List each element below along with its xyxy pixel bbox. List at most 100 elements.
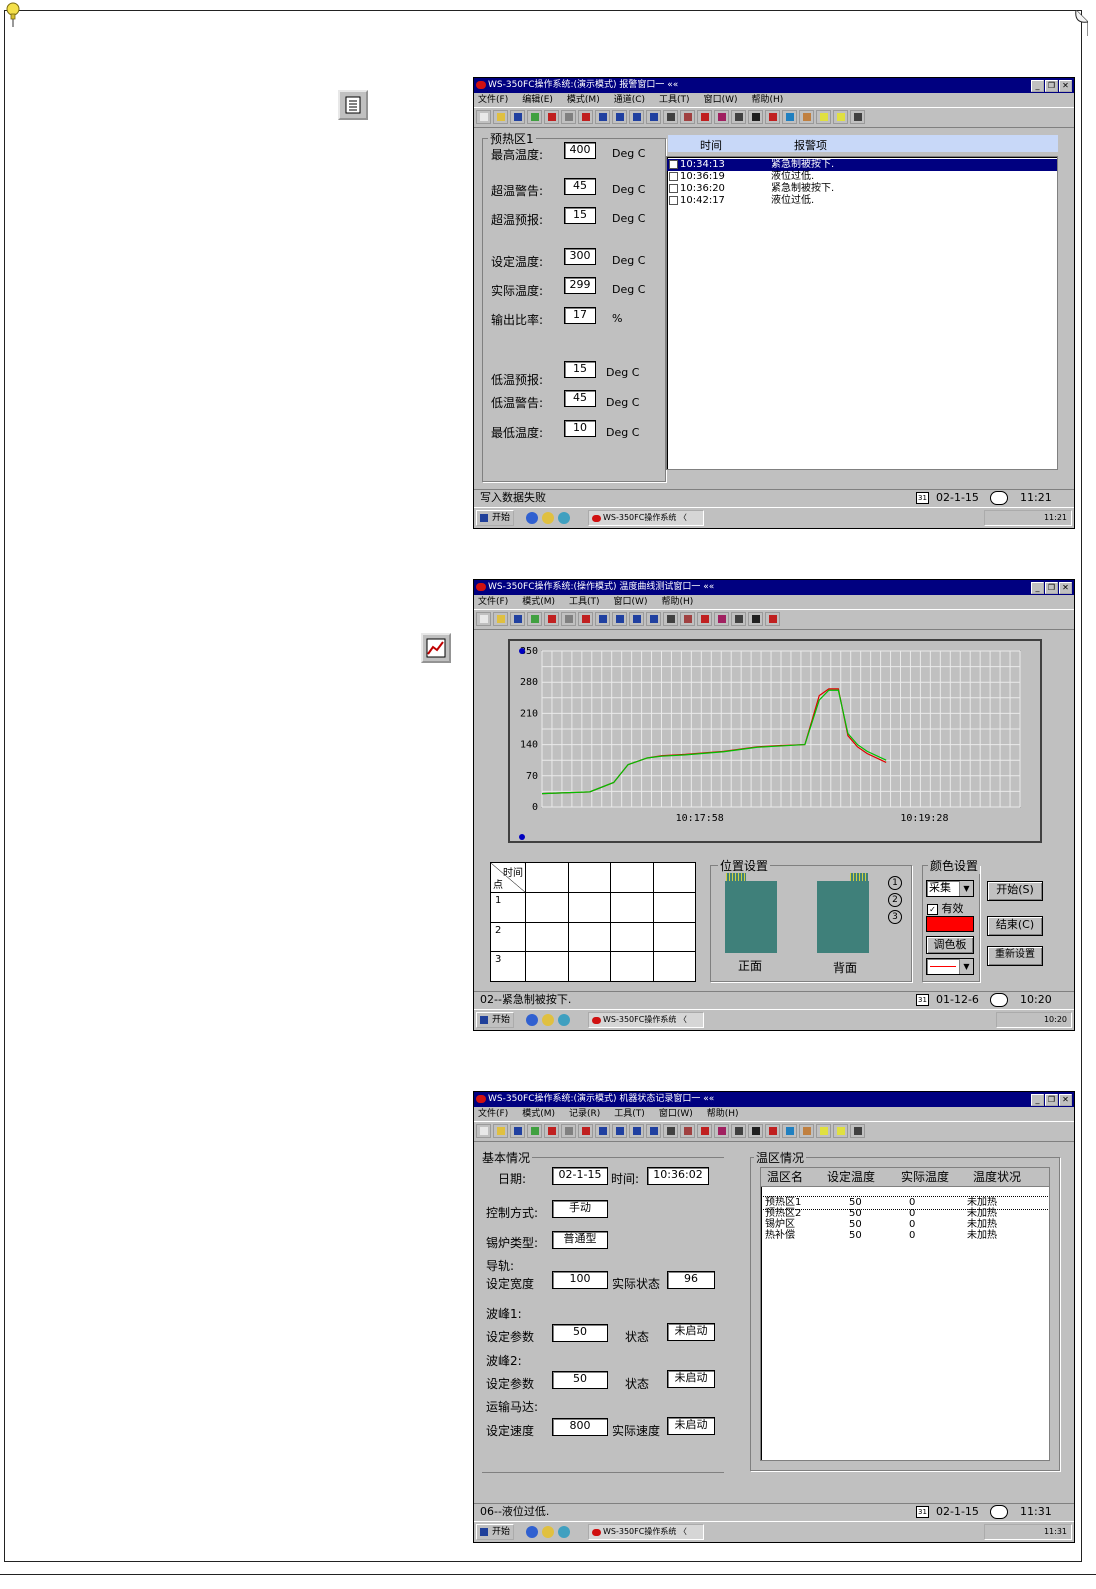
menu-help[interactable]: 帮助(H) (707, 1109, 739, 1119)
list-item[interactable]: 10:34:13 紧急制被按下. (667, 159, 1057, 171)
toolbar-edit-icon[interactable] (680, 110, 695, 124)
toolbar-bell-icon[interactable] (816, 110, 831, 124)
table-cell[interactable] (610, 892, 654, 923)
toolbar-flag-icon[interactable] (765, 612, 780, 626)
start-button[interactable]: 开始(S) (987, 881, 1043, 901)
toolbar-graph-icon[interactable] (782, 110, 797, 124)
color-target-select[interactable]: 采集 ▼ (926, 880, 974, 897)
toolbar-setup-icon[interactable] (561, 110, 576, 124)
toolbar-first-icon[interactable] (595, 110, 610, 124)
toolbar-last-icon[interactable] (646, 612, 661, 626)
menu-mode[interactable]: 模式(M) (522, 597, 555, 607)
over-temp-warn-field[interactable]: 45 (564, 178, 596, 195)
low-temp-warn-field[interactable]: 45 (564, 390, 596, 407)
menu-edit[interactable]: 编辑(E) (522, 95, 553, 105)
toolbar-print-icon[interactable] (544, 110, 559, 124)
menu-window[interactable]: 窗口(W) (614, 597, 648, 607)
minimize-button[interactable]: _ (1031, 80, 1044, 92)
minimize-button[interactable]: _ (1031, 1094, 1044, 1106)
table-cell[interactable] (652, 892, 696, 923)
outlook-icon[interactable] (542, 1526, 554, 1538)
menu-mode[interactable]: 模式(M) (567, 95, 600, 105)
toolbar-new-icon[interactable] (476, 612, 491, 626)
title-bar[interactable]: WS-350FC操作系统:(操作模式) 温度曲线测试窗口一 «« _ ❐ ✕ (474, 580, 1074, 595)
toolbar-list-icon[interactable] (799, 110, 814, 124)
outlook-icon[interactable] (542, 1014, 554, 1026)
menu-window[interactable]: 窗口(W) (659, 1109, 693, 1119)
toolbar-open-icon[interactable] (493, 110, 508, 124)
toolbar-monitor-icon[interactable] (850, 110, 865, 124)
toolbar-chart-icon[interactable] (527, 1124, 542, 1138)
chevron-down-icon[interactable]: ▼ (959, 881, 973, 896)
table-row[interactable]: 热补偿 50 0 未加热 (761, 1230, 1049, 1242)
toolbar-alarm-icon[interactable] (697, 1124, 712, 1138)
chevron-down-icon[interactable]: ▼ (959, 959, 973, 974)
toolbar-chart-icon[interactable] (527, 110, 542, 124)
toolbar-print-icon[interactable] (544, 1124, 559, 1138)
menu-channel[interactable]: 通道(C) (614, 95, 645, 105)
menu-file[interactable]: 文件(F) (478, 95, 508, 105)
restore-button[interactable]: ❐ (1045, 1094, 1058, 1106)
browser-icon[interactable] (526, 1526, 538, 1538)
toolbar-channel-icon[interactable] (663, 1124, 678, 1138)
toolbar-prev-icon[interactable] (612, 1124, 627, 1138)
min-temp-field[interactable]: 10 (564, 420, 596, 437)
toolbar-alarm-icon[interactable] (697, 612, 712, 626)
reset-button[interactable]: 重新设置 (987, 946, 1043, 966)
title-bar[interactable]: WS-350FC操作系统:(演示模式) 机器状态记录窗口一 «« _ ❐ ✕ (474, 1092, 1074, 1107)
toolbar-light-icon[interactable] (833, 1124, 848, 1138)
wave1-state-field[interactable]: 未启动 (667, 1323, 715, 1341)
control-mode-field[interactable]: 手动 (552, 1200, 608, 1218)
close-button[interactable]: ✕ (1059, 1094, 1072, 1106)
table-cell[interactable] (525, 892, 569, 923)
menu-record[interactable]: 记录(R) (569, 1109, 600, 1119)
probe-3-marker[interactable]: 3 (888, 910, 902, 924)
toolbar-light-icon[interactable] (833, 110, 848, 124)
over-temp-forecast-field[interactable]: 15 (564, 207, 596, 224)
toolbar-device-icon[interactable] (748, 110, 763, 124)
menu-tools[interactable]: 工具(T) (659, 95, 690, 105)
toolbar-device-icon[interactable] (748, 612, 763, 626)
table-cell[interactable] (610, 951, 654, 982)
toolbar-calendar-icon[interactable] (578, 110, 593, 124)
probe-2-marker[interactable]: 2 (888, 893, 902, 907)
rail-width-field[interactable]: 100 (552, 1271, 608, 1289)
menu-window[interactable]: 窗口(W) (704, 95, 738, 105)
toolbar-flag-icon[interactable] (765, 1124, 780, 1138)
toolbar-lock-icon[interactable] (714, 1124, 729, 1138)
probe-1-marker[interactable]: 1 (888, 876, 902, 890)
restore-button[interactable]: ❐ (1045, 582, 1058, 594)
table-cell[interactable] (652, 862, 696, 893)
menu-file[interactable]: 文件(F) (478, 1109, 508, 1119)
toolbar-channel-icon[interactable] (663, 612, 678, 626)
toolbar-next-icon[interactable] (629, 612, 644, 626)
browser-icon[interactable] (526, 1014, 538, 1026)
toolbar-alarm-icon[interactable] (697, 110, 712, 124)
close-button[interactable]: ✕ (1059, 80, 1072, 92)
toolbar-new-icon[interactable] (476, 110, 491, 124)
max-temp-field[interactable]: 400 (564, 142, 596, 159)
toolbar-flag-icon[interactable] (765, 110, 780, 124)
desktop-icon[interactable] (558, 1526, 570, 1538)
menu-tools[interactable]: 工具(T) (569, 597, 600, 607)
toolbar-bell-icon[interactable] (816, 1124, 831, 1138)
low-temp-forecast-field[interactable]: 15 (564, 361, 596, 378)
toolbar-channel-icon[interactable] (663, 110, 678, 124)
toolbar-calendar-icon[interactable] (578, 612, 593, 626)
toolbar-key-icon[interactable] (731, 110, 746, 124)
time-field[interactable]: 10:36:02 (647, 1167, 709, 1185)
toolbar-first-icon[interactable] (595, 612, 610, 626)
alarm-list[interactable]: 10:34:13 紧急制被按下. 10:36:19 液位过低. 10:36:20 紧急… (666, 156, 1058, 470)
toolbar-edit-icon[interactable] (680, 1124, 695, 1138)
taskbar-app-button[interactable]: WS-350FC操作系统 〈 (588, 1012, 704, 1028)
toolbar-prev-icon[interactable] (612, 110, 627, 124)
list-item[interactable]: 10:36:19 液位过低. (667, 171, 1057, 183)
zone-table[interactable]: 温区名 设定温度 实际温度 温度状况 预热区1 50 0 未加热 预热区2 50 0 未加热… (760, 1167, 1050, 1461)
menu-mode[interactable]: 模式(M) (522, 1109, 555, 1119)
table-cell[interactable] (567, 921, 611, 953)
menu-file[interactable]: 文件(F) (478, 597, 508, 607)
taskbar-app-button[interactable]: WS-350FC操作系统 〈 (588, 1524, 704, 1540)
table-cell[interactable] (610, 921, 654, 953)
valid-checkbox[interactable]: ✓ 有效 (927, 900, 964, 916)
toolbar-last-icon[interactable] (646, 1124, 661, 1138)
